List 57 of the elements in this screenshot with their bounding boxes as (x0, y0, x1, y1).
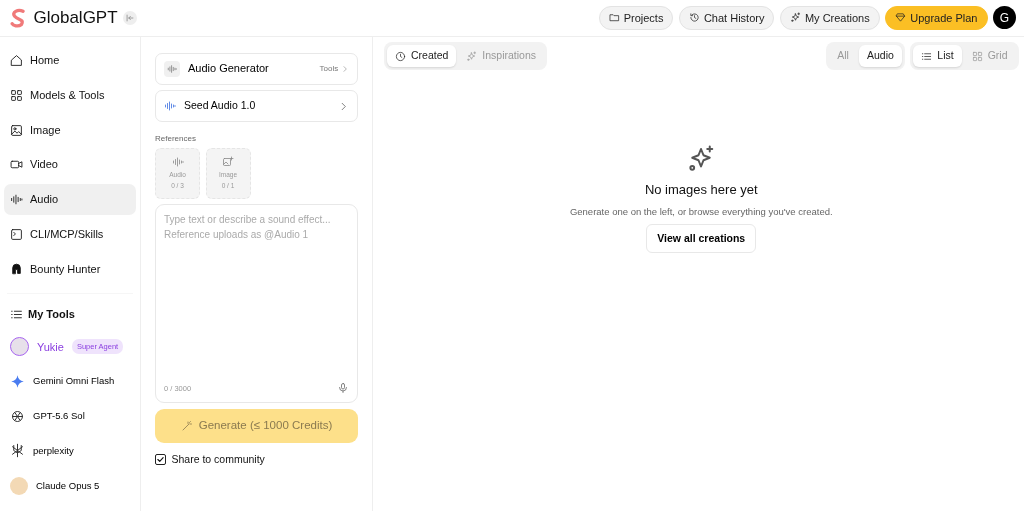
tool-item[interactable]: GPT-5.6 Sol (4, 398, 136, 434)
sparkles-icon (789, 12, 801, 24)
grid-icon (10, 88, 23, 102)
sound-wave-icon (171, 155, 184, 168)
header-button[interactable]: Projects (598, 5, 674, 30)
sidebar-item[interactable]: Video (4, 148, 136, 181)
sparkles-icon (466, 50, 478, 62)
sidebar-item[interactable]: CLI/MCP/Skills (4, 218, 136, 251)
empty-state-title: No images here yet (644, 180, 758, 199)
four-point-star-icon (10, 374, 25, 390)
home-icon (10, 54, 23, 68)
upgrade-button[interactable]: Upgrade Plan (885, 5, 988, 30)
filter-tab[interactable]: Audio (858, 45, 902, 68)
empty-state-text: Generate one on the left, or browse everything you've created. (569, 204, 833, 219)
magic-wand-icon (180, 419, 193, 432)
collapse-icon (125, 12, 136, 23)
folder-icon (608, 12, 620, 24)
sidebar-item[interactable]: Models & Tools (4, 79, 136, 112)
sound-wave-icon (164, 100, 176, 113)
tool-item[interactable]: perplexity (4, 433, 136, 469)
tool-item[interactable]: Claude Opus 5 (4, 468, 136, 503)
model-logo (10, 476, 28, 495)
view-all-creations-button[interactable]: View all creations (646, 224, 757, 254)
history-icon (688, 12, 700, 24)
share-checkbox[interactable] (155, 453, 166, 465)
tool-selector[interactable]: Audio Generator Tools (155, 52, 358, 85)
tab[interactable]: Created (387, 45, 457, 68)
sidebar-item[interactable]: Image (4, 114, 136, 146)
tools-link[interactable]: Tools (319, 62, 349, 75)
share-label: Share to community (171, 451, 265, 467)
image-icon (10, 123, 23, 137)
clock-icon (395, 50, 406, 62)
checkmark-icon (156, 454, 165, 464)
tool-item[interactable]: Gemini Omni Flash (4, 364, 136, 399)
references-label: References (155, 133, 197, 146)
microphone-icon (337, 382, 349, 395)
chevron-right-icon (341, 64, 349, 73)
image-add-icon (222, 155, 234, 168)
sidebar-item[interactable]: Home (4, 44, 136, 77)
microphone-button[interactable] (337, 382, 349, 395)
user-avatar[interactable]: G (993, 6, 1016, 30)
list-icon (921, 50, 933, 62)
header-button[interactable]: Chat History (678, 5, 775, 30)
sidebar-item[interactable]: Audio (4, 183, 136, 216)
sound-wave-icon (10, 192, 23, 206)
section-heading: My Tools (28, 307, 75, 323)
helmet-icon (10, 262, 23, 276)
app-logo-text: GlobalGPT (33, 7, 118, 30)
terminal-icon (10, 227, 23, 241)
header-button[interactable]: My Creations (779, 5, 880, 30)
diamond-icon (895, 12, 907, 24)
agent-avatar (10, 337, 29, 357)
logo-icon (8, 7, 28, 28)
model-selector[interactable]: Seed Audio 1.0 (155, 90, 358, 123)
view-toggle[interactable]: List (913, 45, 962, 68)
sidebar-item[interactable]: Bounty Hunter (4, 253, 136, 285)
grid-icon (971, 50, 983, 62)
